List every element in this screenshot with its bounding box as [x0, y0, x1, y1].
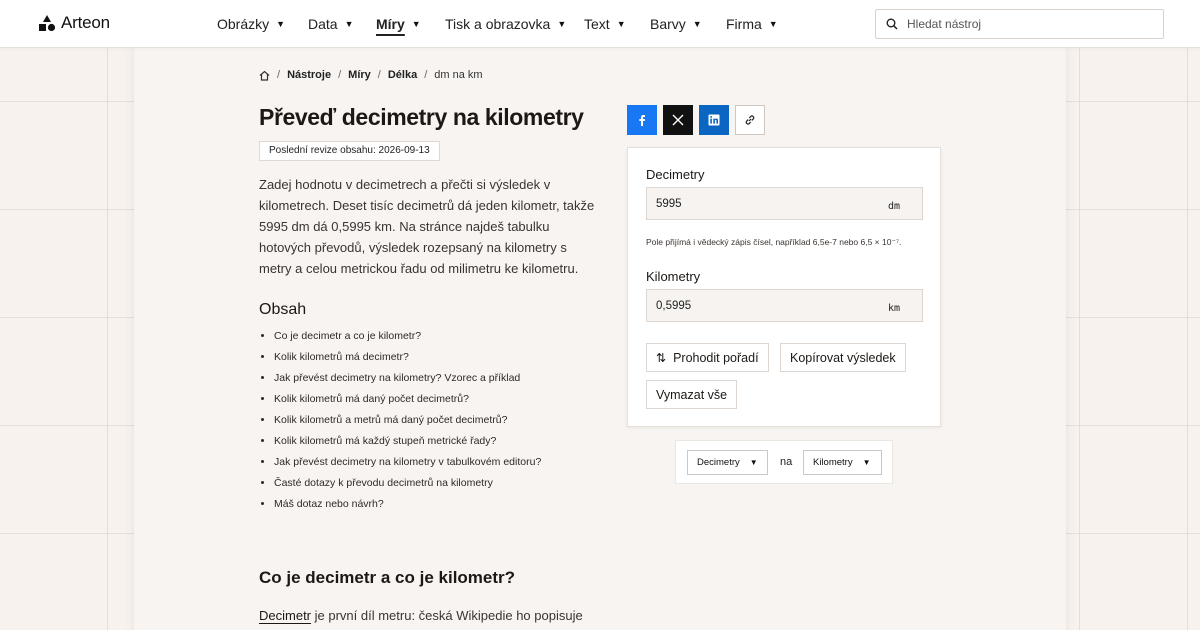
nav-item-label: Text	[584, 16, 610, 32]
toc-title: Obsah	[259, 301, 307, 318]
nav-item-data[interactable]: Data ▼	[308, 0, 376, 48]
home-icon[interactable]	[259, 70, 270, 81]
from-field-label: Decimetry	[646, 167, 705, 182]
nav-item-label: Firma	[726, 16, 762, 32]
table-of-contents: Co je decimetr a co je kilometr? Kolik k…	[274, 329, 541, 518]
top-navigation-bar: Arteon Obrázky ▼ Data ▼ Míry ▼ Tisk a ob…	[0, 0, 1200, 48]
breadcrumb-item-miry[interactable]: Míry	[348, 69, 371, 81]
caret-down-icon: ▼	[557, 19, 567, 29]
nav-item-label: Míry	[376, 16, 405, 32]
toc-item[interactable]: Časté dotazy k převodu decimetrů na kilo…	[274, 476, 541, 497]
input-hint: Pole přijímá i vědecký zápis čísel, např…	[646, 237, 902, 247]
caret-down-icon: ▼	[692, 19, 702, 29]
nav-item-label: Obrázky	[217, 16, 270, 32]
revision-badge: Poslední revize obsahu: 2026-09-13	[259, 141, 440, 161]
nav-item-obrazky[interactable]: Obrázky ▼	[217, 0, 308, 48]
to-field[interactable]: km	[646, 289, 923, 322]
nav-item-label: Data	[308, 16, 338, 32]
breadcrumb-item-delka[interactable]: Délka	[388, 69, 417, 81]
intro-text: Zadej hodnotu v decimetrech a přečti si …	[259, 177, 595, 276]
main-nav: Obrázky ▼ Data ▼ Míry ▼ Tisk a obrazovka…	[217, 0, 786, 48]
nav-item-firma[interactable]: Firma ▼	[726, 0, 786, 48]
search-input[interactable]	[907, 17, 1147, 31]
toc-item[interactable]: Jak převést decimetry na kilometry v tab…	[274, 455, 541, 476]
share-buttons	[627, 105, 765, 135]
toc-item[interactable]: Kolik kilometrů má decimetr?	[274, 350, 541, 371]
breadcrumb-separator: /	[377, 69, 381, 81]
swap-arrows-icon: ⇅	[656, 350, 667, 365]
decimetry-input[interactable]	[656, 188, 856, 219]
main-content: / Nástroje / Míry / Délka / dm na km Pře…	[134, 48, 1066, 630]
x-share-button[interactable]	[663, 105, 693, 135]
swap-button-label: Prohodit pořadí	[673, 350, 759, 365]
breadcrumb-separator: /	[424, 69, 428, 81]
copy-link-button[interactable]	[735, 105, 765, 135]
brand-logo[interactable]: Arteon	[38, 13, 110, 33]
toc-item[interactable]: Co je decimetr a co je kilometr?	[274, 329, 541, 350]
search-box[interactable]	[875, 9, 1164, 39]
nav-item-label: Barvy	[650, 16, 686, 32]
caret-down-icon: ▼	[749, 458, 758, 467]
converter-card: Decimetry dm Pole přijímá i vědecký zápi…	[627, 147, 941, 427]
arteon-logo-icon	[39, 15, 56, 32]
toc-item[interactable]: Kolik kilometrů a metrů má daný počet de…	[274, 413, 541, 434]
from-unit-select-value: Decimetry	[697, 457, 740, 468]
kilometry-input[interactable]	[656, 290, 856, 321]
caret-down-icon: ▼	[276, 19, 286, 29]
page-title: Převeď decimetry na kilometry	[259, 104, 584, 130]
link-icon	[745, 115, 755, 125]
brand-name: Arteon	[61, 13, 110, 32]
nav-item-label: Tisk a obrazovka	[445, 16, 551, 32]
breadcrumb-separator: /	[338, 69, 342, 81]
from-unit-select[interactable]: Decimetry ▼	[687, 450, 768, 475]
breadcrumb-separator: /	[277, 69, 281, 81]
from-unit-label: dm	[887, 201, 900, 212]
copy-result-button[interactable]: Kopírovat výsledek	[780, 343, 906, 372]
breadcrumb-current: dm na km	[434, 69, 483, 81]
to-unit-label: km	[887, 303, 900, 314]
toc-item[interactable]: Kolik kilometrů má daný počet decimetrů?	[274, 392, 541, 413]
to-unit-select[interactable]: Kilometry ▼	[803, 450, 882, 475]
nav-item-miry[interactable]: Míry ▼	[376, 0, 445, 48]
copy-result-label: Kopírovat výsledek	[790, 350, 896, 365]
search-icon	[886, 18, 898, 30]
section-paragraph: Decimetr je první díl metru: česká Wikip…	[259, 608, 599, 623]
swap-button[interactable]: ⇅ Prohodit pořadí	[646, 343, 769, 372]
toc-item[interactable]: Máš dotaz nebo návrh?	[274, 497, 541, 518]
breadcrumb-item-nastroje[interactable]: Nástroje	[287, 69, 331, 81]
to-field-label: Kilometry	[646, 269, 701, 284]
decimetr-link[interactable]: Decimetr	[259, 608, 311, 623]
clear-all-label: Vymazat vše	[656, 387, 728, 402]
x-icon	[672, 114, 684, 126]
facebook-icon	[639, 115, 645, 126]
section-paragraph-text: je první díl metru: česká Wikipedie ho p…	[311, 608, 583, 623]
to-unit-select-value: Kilometry	[813, 457, 853, 468]
caret-down-icon: ▼	[768, 19, 778, 29]
breadcrumb: / Nástroje / Míry / Délka / dm na km	[259, 69, 483, 81]
toc-item[interactable]: Kolik kilometrů má každý stupeň metrické…	[274, 434, 541, 455]
nav-item-text[interactable]: Text ▼	[584, 0, 650, 48]
caret-down-icon: ▼	[616, 19, 626, 29]
caret-down-icon: ▼	[344, 19, 354, 29]
from-field[interactable]: dm	[646, 187, 923, 220]
linkedin-share-button[interactable]	[699, 105, 729, 135]
nav-item-tisk-a-obrazovka[interactable]: Tisk a obrazovka ▼	[445, 0, 584, 48]
unit-switcher: Decimetry ▼ na Kilometry ▼	[675, 440, 893, 484]
linkedin-icon	[708, 114, 720, 126]
unit-connector: na	[780, 456, 793, 468]
caret-down-icon: ▼	[862, 458, 871, 467]
facebook-share-button[interactable]	[627, 105, 657, 135]
caret-down-icon: ▼	[411, 19, 421, 29]
toc-item[interactable]: Jak převést decimetry na kilometry? Vzor…	[274, 371, 541, 392]
nav-item-barvy[interactable]: Barvy ▼	[650, 0, 726, 48]
section-heading: Co je decimetr a co je kilometr?	[259, 568, 516, 587]
clear-all-button[interactable]: Vymazat vše	[646, 380, 738, 409]
